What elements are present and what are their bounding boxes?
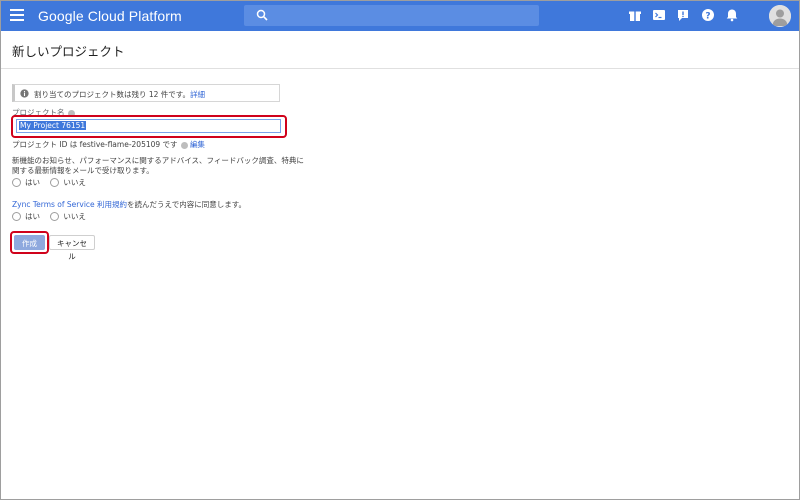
project-name-input[interactable]: My Project 76151	[16, 119, 281, 133]
svg-text:?: ?	[705, 11, 710, 21]
project-id-edit-link[interactable]: 編集	[190, 140, 205, 149]
page-header: 新しいプロジェクト	[1, 31, 799, 69]
tos-no-label[interactable]: いいえ	[63, 212, 86, 221]
newsletter-no-label[interactable]: いいえ	[63, 178, 86, 187]
tos-agreement-text: Zync Terms of Service 利用規約を読んだうえで内容に同意しま…	[12, 199, 246, 210]
tos-text: を読んだうえで内容に同意します。	[127, 200, 247, 209]
notifications-icon[interactable]	[725, 8, 739, 22]
tos-radio-group: はい いいえ	[12, 211, 94, 222]
account-avatar[interactable]	[769, 5, 791, 27]
brand-title[interactable]: Google Cloud Platform	[38, 8, 182, 24]
info-icon	[20, 89, 29, 98]
tos-yes-label[interactable]: はい	[25, 212, 40, 221]
quota-info-banner: 割り当てのプロジェクト数は残り 12 件です。詳細	[12, 84, 280, 102]
quota-text: 割り当てのプロジェクト数は残り 12 件です。	[34, 90, 191, 99]
newsletter-yes-label[interactable]: はい	[25, 178, 40, 187]
terminal-icon[interactable]	[652, 8, 666, 22]
tos-no-radio[interactable]	[50, 212, 60, 221]
quota-details-link[interactable]: 詳細	[190, 90, 205, 99]
search-input[interactable]	[244, 5, 539, 26]
search-icon	[256, 9, 268, 21]
tos-yes-radio[interactable]	[12, 212, 21, 221]
newsletter-line-2: 関する最新情報をメールで受け取ります。	[12, 165, 154, 175]
project-name-value: My Project 76151	[19, 121, 87, 130]
top-app-bar: Google Cloud Platform ?	[1, 1, 799, 31]
create-button[interactable]: 作成	[14, 235, 45, 250]
alert-icon[interactable]	[676, 8, 690, 22]
tos-link[interactable]: Zync Terms of Service 利用規約	[12, 200, 127, 209]
project-id-row: プロジェクト ID は festive-flame-205109 です 編集	[12, 139, 205, 150]
cancel-button[interactable]: キャンセル	[49, 235, 95, 261]
project-id-help-icon[interactable]	[180, 141, 188, 149]
newsletter-radio-group: はい いいえ	[12, 177, 94, 188]
gift-icon[interactable]	[628, 8, 642, 22]
page-title: 新しいプロジェクト	[12, 44, 125, 59]
project-id-text: プロジェクト ID は festive-flame-205109 です	[12, 140, 178, 149]
hamburger-menu-icon[interactable]	[10, 9, 24, 21]
help-icon[interactable]: ?	[701, 8, 715, 22]
newsletter-description: 新機能のお知らせ、パフォーマンスに関するアドバイス、フィードバック調査、特典に …	[12, 156, 304, 175]
user-avatar-icon	[769, 5, 791, 27]
newsletter-no-radio[interactable]	[50, 178, 60, 187]
newsletter-yes-radio[interactable]	[12, 178, 21, 187]
newsletter-line-1: 新機能のお知らせ、パフォーマンスに関するアドバイス、フィードバック調査、特典に	[12, 156, 304, 165]
